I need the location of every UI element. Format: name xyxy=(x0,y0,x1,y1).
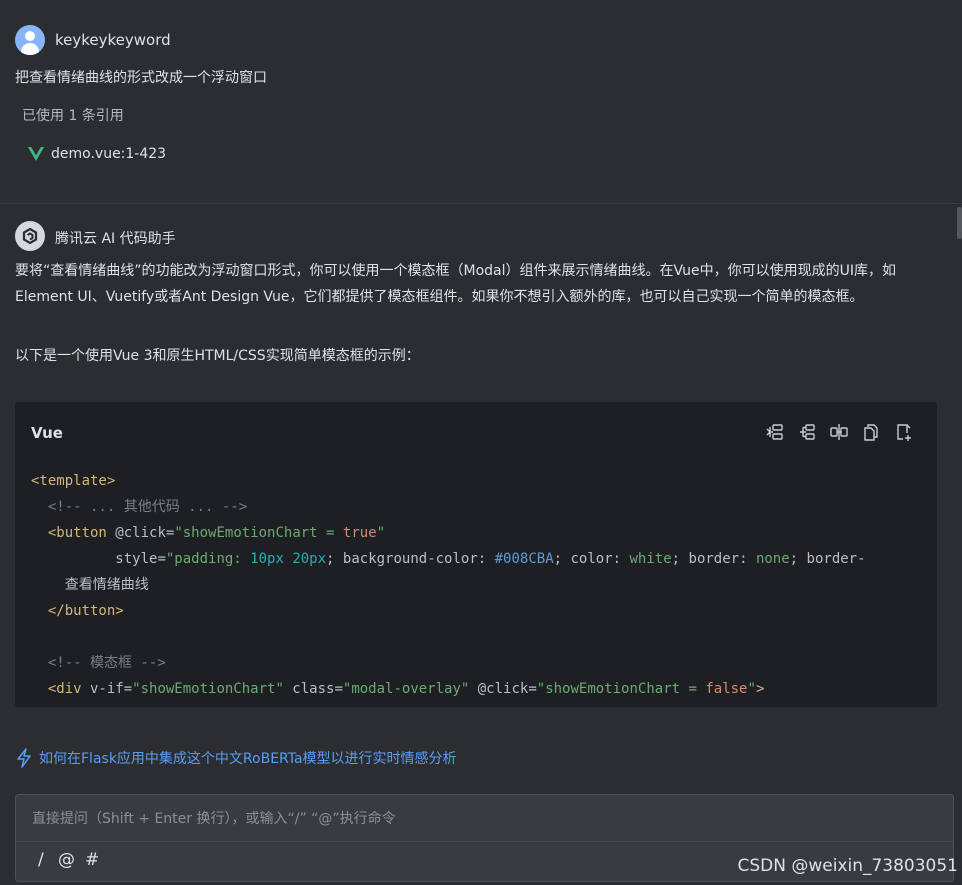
user-name: keykeykeyword xyxy=(55,31,171,49)
vue-icon xyxy=(28,147,44,161)
scrollbar-thumb[interactable] xyxy=(957,207,962,239)
lightning-icon xyxy=(17,748,31,768)
copy-icon xyxy=(864,424,878,441)
code-line: <template> xyxy=(31,473,116,489)
code-line: <div v-if="showEmotionChart" class="moda… xyxy=(47,681,765,697)
save-to-file-button[interactable] xyxy=(893,422,913,442)
new-file-icon xyxy=(800,424,815,440)
code-line: style="padding: 10px 20px; background-co… xyxy=(115,551,866,567)
message-divider xyxy=(0,203,962,204)
code-line: </button> xyxy=(47,603,124,619)
code-language-label: Vue xyxy=(31,424,63,442)
at-mention-button[interactable]: @ xyxy=(58,850,75,870)
code-line: <!-- ... 其他代码 ... --> xyxy=(47,499,248,515)
watermark: CSDN @weixin_73803051 xyxy=(737,856,958,876)
code-content: <template> <!-- ... 其他代码 ... --> <button… xyxy=(31,468,866,702)
suggested-question[interactable]: 如何在Flask应用中集成这个中文RoBERTa模型以进行实时情感分析 xyxy=(15,748,457,768)
assistant-name: 腾讯云 AI 代码助手 xyxy=(55,231,176,247)
input-divider xyxy=(16,841,953,842)
reference-file-link[interactable]: demo.vue:1-423 xyxy=(28,146,166,162)
code-line: <button @click="showEmotionChart = true" xyxy=(47,525,386,541)
reference-file-name: demo.vue:1-423 xyxy=(51,146,167,162)
assistant-avatar xyxy=(15,221,45,251)
code-block: Vue <template> <!-- ... 其他代码 ... --> <bu… xyxy=(15,402,937,707)
user-avatar xyxy=(15,25,45,55)
insert-icon xyxy=(766,424,783,440)
new-file-button[interactable] xyxy=(797,422,817,442)
copy-code-button[interactable] xyxy=(861,422,881,442)
save-file-icon xyxy=(897,424,911,441)
chat-input[interactable] xyxy=(30,807,914,831)
slash-command-button[interactable]: / xyxy=(38,850,44,870)
references-label: 已使用 1 条引用 xyxy=(22,108,124,124)
code-line: <!-- 模态框 --> xyxy=(47,655,166,671)
tencent-ai-logo-icon xyxy=(22,228,38,244)
hash-context-button[interactable]: # xyxy=(85,850,99,870)
diff-icon xyxy=(830,424,848,440)
assistant-paragraph-2: 以下是一个使用Vue 3和原生HTML/CSS实现简单模态框的示例： xyxy=(15,348,420,364)
assistant-paragraph-1: 要将“查看情绪曲线”的功能改为浮动窗口形式，你可以使用一个模态框（Modal）组… xyxy=(15,263,896,305)
user-message: 把查看情绪曲线的形式改成一个浮动窗口 xyxy=(15,70,267,86)
insert-at-cursor-button[interactable] xyxy=(765,422,785,442)
code-line: 查看情绪曲线 xyxy=(64,577,149,593)
suggested-question-text: 如何在Flask应用中集成这个中文RoBERTa模型以进行实时情感分析 xyxy=(39,751,457,767)
code-toolbar xyxy=(765,422,913,442)
diff-button[interactable] xyxy=(829,422,849,442)
